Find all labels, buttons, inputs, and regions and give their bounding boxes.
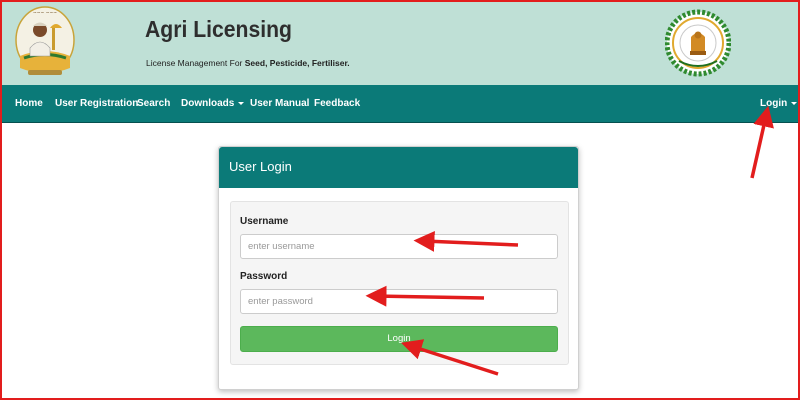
login-panel-header: User Login: [219, 147, 578, 188]
password-label: Password: [240, 271, 288, 282]
nav-downloads[interactable]: Downloads: [181, 85, 245, 123]
username-input[interactable]: [240, 234, 558, 259]
site-title: Agri Licensing: [145, 16, 292, 42]
svg-text:~~~ ~~~: ~~~ ~~~: [33, 11, 57, 16]
nav-login-dropdown[interactable]: Login: [760, 85, 798, 123]
caret-down-icon: [238, 101, 245, 105]
tagline-items: Seed, Pesticide, Fertiliser.: [244, 58, 350, 68]
nav-downloads-label: Downloads: [181, 98, 235, 109]
main-navbar: Home User Registration Search Downloads …: [0, 85, 800, 123]
farmer-logo-icon[interactable]: ~~~ ~~~: [14, 6, 76, 80]
login-panel: User Login Username Password Login: [218, 146, 579, 390]
login-panel-title: User Login: [229, 159, 292, 174]
password-input[interactable]: [240, 289, 558, 314]
site-tagline: License Management For Seed, Pesticide, …: [146, 58, 350, 68]
username-label: Username: [240, 216, 289, 227]
state-emblem-icon[interactable]: [665, 5, 731, 81]
tagline-prefix: License Management For: [146, 58, 243, 68]
login-button[interactable]: Login: [240, 326, 558, 352]
site-header: ~~~ ~~~ Agri Licensing License Managemen…: [0, 0, 800, 85]
annotation-arrow-icon: [750, 105, 774, 179]
nav-user-registration[interactable]: User Registration: [55, 85, 138, 123]
nav-user-manual[interactable]: User Manual: [250, 85, 309, 123]
nav-feedback[interactable]: Feedback: [314, 85, 360, 123]
nav-login-label: Login: [760, 98, 788, 109]
nav-home[interactable]: Home: [15, 85, 43, 123]
caret-down-icon: [791, 101, 798, 105]
nav-search[interactable]: Search: [137, 85, 170, 123]
login-form: Username Password Login: [230, 201, 569, 365]
